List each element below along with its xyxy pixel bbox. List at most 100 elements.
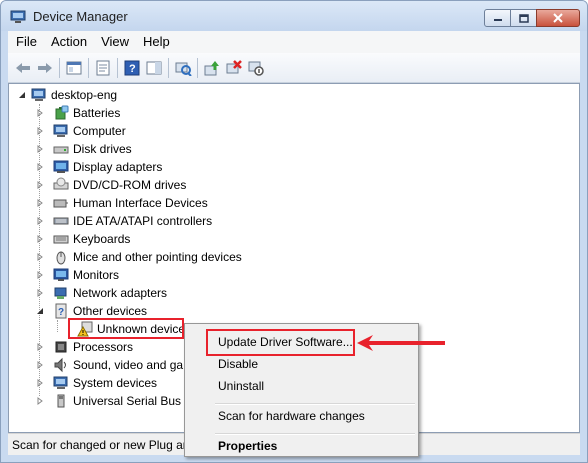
action-pane-button[interactable]	[143, 57, 165, 79]
tree-item-label: Batteries	[73, 106, 121, 120]
expand-arrow-icon[interactable]	[36, 163, 44, 171]
tree-item-label: Universal Serial Bus c	[73, 394, 191, 408]
tree-item[interactable]: Universal Serial Bus c	[53, 392, 190, 410]
toolbar-separator	[88, 57, 89, 78]
tree-item[interactable]: Mice and other pointing devices	[53, 248, 242, 266]
expand-arrow-icon[interactable]	[36, 271, 44, 279]
expand-arrow-icon[interactable]	[36, 217, 44, 225]
properties-pane-icon	[96, 60, 110, 75]
tree-item-label: Human Interface Devices	[73, 196, 208, 210]
tree-item[interactable]: Disk drives	[53, 140, 132, 158]
close-button[interactable]	[536, 9, 580, 27]
tree-item-label: Processors	[73, 340, 134, 354]
help-button[interactable]: ?	[121, 57, 143, 79]
monitor-icon	[53, 268, 69, 281]
minimize-icon	[493, 19, 502, 21]
expand-arrow-icon[interactable]	[36, 127, 44, 135]
back-button[interactable]	[12, 57, 34, 79]
collapse-arrow-icon[interactable]	[18, 91, 26, 99]
uninstall-icon	[226, 59, 242, 73]
tree-item[interactable]: Monitors	[53, 266, 119, 284]
tree-item-label: Sound, video and ga	[73, 358, 184, 372]
sound-icon	[54, 357, 66, 373]
network-adapter-icon	[54, 287, 67, 299]
disk-drive-icon	[53, 146, 69, 154]
tree-root[interactable]: desktop-eng	[31, 86, 117, 104]
expand-arrow-icon[interactable]	[36, 379, 44, 387]
uninstall-button[interactable]	[223, 57, 245, 79]
tree-guide-line	[57, 320, 58, 332]
expand-arrow-icon[interactable]	[36, 199, 44, 207]
tree-item[interactable]: System devices	[53, 374, 157, 392]
menu-help[interactable]: Help	[136, 32, 177, 52]
toolbar: ?	[8, 53, 580, 83]
tree-item-label: Keyboards	[73, 232, 131, 246]
properties-item[interactable]: Properties	[218, 439, 277, 453]
maximize-icon	[518, 13, 529, 23]
properties-pane-button[interactable]	[92, 57, 114, 79]
tree-item-label: Network adapters	[73, 286, 168, 300]
tree-item[interactable]: Processors	[53, 338, 133, 356]
tree-item-label: Display adapters	[73, 160, 163, 174]
help-icon: ?	[124, 60, 140, 75]
menu-view[interactable]: View	[94, 32, 136, 52]
disable-icon	[248, 61, 264, 76]
tree-item[interactable]: Sound, video and ga	[53, 356, 183, 374]
menu-bar: File Action View Help	[8, 31, 580, 53]
forward-button[interactable]	[34, 57, 56, 79]
scan-hardware-changes-item[interactable]: Scan for hardware changes	[218, 409, 365, 423]
dvd-drive-icon	[53, 177, 69, 190]
menu-separator	[215, 403, 415, 405]
tree-item[interactable]: Network adapters	[53, 284, 167, 302]
battery-icon	[55, 105, 69, 120]
menu-separator	[215, 433, 415, 435]
scan-hardware-changes-button[interactable]	[172, 57, 194, 79]
toolbar-separator	[168, 57, 169, 78]
tree-item[interactable]: Human Interface Devices	[53, 194, 208, 212]
disable-button[interactable]	[245, 57, 267, 79]
keyboard-icon	[53, 235, 69, 244]
tree-item[interactable]: Computer	[53, 122, 126, 140]
hid-icon	[53, 199, 68, 208]
expand-arrow-icon[interactable]	[36, 145, 44, 153]
tree-item[interactable]: Keyboards	[53, 230, 130, 248]
tree-item-label: Disk drives	[73, 142, 132, 156]
collapse-arrow-icon[interactable]	[36, 307, 44, 315]
expand-arrow-icon[interactable]	[36, 253, 44, 261]
minimize-button[interactable]	[484, 9, 511, 27]
show-hide-console-tree-button[interactable]	[63, 57, 85, 79]
disable-item[interactable]: Disable	[218, 357, 258, 371]
show-hide-console-tree-icon	[66, 61, 82, 74]
back-icon	[16, 62, 30, 73]
title-bar[interactable]: Device Manager	[1, 1, 587, 31]
expand-arrow-icon[interactable]	[36, 109, 44, 117]
mouse-icon	[56, 251, 66, 265]
expand-arrow-icon[interactable]	[36, 181, 44, 189]
computer-icon	[53, 124, 68, 137]
window-title: Device Manager	[33, 9, 128, 24]
tree-item[interactable]: IDE ATA/ATAPI controllers	[53, 212, 212, 230]
other-devices-icon: ?	[55, 303, 67, 319]
tree-item[interactable]: Batteries	[53, 104, 120, 122]
root-label: desktop-eng	[51, 88, 118, 102]
tree-item-label: Monitors	[73, 268, 120, 282]
expand-arrow-icon[interactable]	[36, 343, 44, 351]
uninstall-item[interactable]: Uninstall	[218, 379, 264, 393]
update-driver-button[interactable]	[201, 57, 223, 79]
expand-arrow-icon[interactable]	[36, 235, 44, 243]
status-text: Scan for changed or new Plug ar	[12, 438, 187, 452]
system-devices-icon	[53, 376, 68, 389]
device-manager-app-icon	[10, 10, 26, 23]
expand-arrow-icon[interactable]	[36, 289, 44, 297]
update-driver-icon	[204, 60, 219, 75]
maximize-button[interactable]	[510, 9, 537, 27]
expand-arrow-icon[interactable]	[36, 397, 44, 405]
scan-hardware-changes-icon	[175, 62, 192, 76]
menu-action[interactable]: Action	[44, 32, 94, 52]
tree-item[interactable]: Display adapters	[53, 158, 162, 176]
menu-file[interactable]: File	[8, 32, 44, 52]
tree-item[interactable]: DVD/CD-ROM drives	[53, 176, 186, 194]
tree-item-label: Computer	[73, 124, 126, 138]
svg-text:?: ?	[58, 307, 64, 318]
expand-arrow-icon[interactable]	[36, 361, 44, 369]
